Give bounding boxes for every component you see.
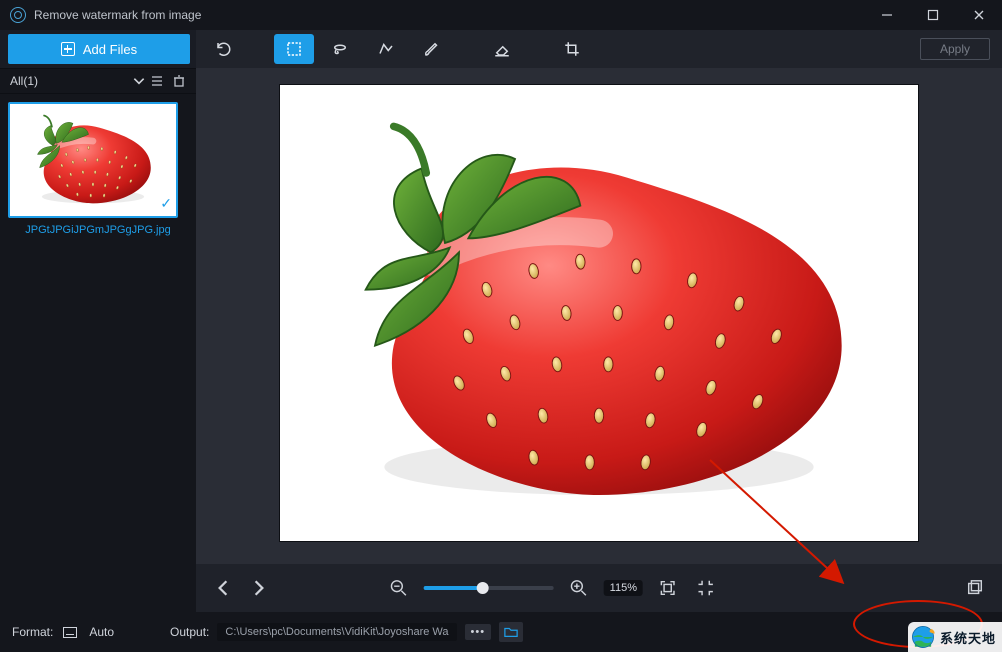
open-output-folder-button[interactable] [499, 622, 523, 642]
window-title: Remove watermark from image [34, 8, 864, 22]
watermark-text: 系统天地 [940, 628, 996, 647]
polygon-tool[interactable] [366, 34, 406, 64]
add-files-button[interactable]: Add Files [8, 34, 190, 64]
viewer-controls: 115% [196, 564, 1002, 612]
apply-button[interactable]: Apply [920, 38, 990, 60]
tool-toolbar: Apply [196, 30, 1002, 68]
clear-list-button[interactable] [168, 70, 190, 92]
minimize-button[interactable] [864, 0, 910, 30]
zoom-out-button[interactable] [386, 575, 412, 601]
bottom-bar: Format: Auto Output: C:\Users\pc\Documen… [0, 612, 1002, 652]
compare-button[interactable] [962, 575, 988, 601]
chevron-down-icon[interactable] [132, 74, 146, 88]
zoom-slider[interactable] [424, 586, 554, 590]
actual-size-button[interactable] [655, 575, 681, 601]
format-value[interactable]: Auto [89, 625, 114, 639]
globe-icon [910, 624, 936, 650]
close-button[interactable] [956, 0, 1002, 30]
crop-tool[interactable] [552, 34, 592, 64]
prev-image-button[interactable] [210, 575, 236, 601]
output-label: Output: [170, 625, 209, 639]
list-view-button[interactable] [146, 70, 168, 92]
selected-check-icon: ✓ [160, 195, 172, 212]
thumbnail-filename: JPGtJPGiJPGmJPGgJPG.jpg [8, 224, 188, 236]
eraser-tool[interactable] [482, 34, 522, 64]
image-preview [279, 84, 919, 542]
zoom-percent: 115% [604, 580, 643, 596]
thumbnail-image [10, 104, 176, 216]
apply-label: Apply [940, 42, 970, 56]
next-image-button[interactable] [246, 575, 272, 601]
output-path[interactable]: C:\Users\pc\Documents\VidiKit\Joyoshare … [217, 623, 456, 641]
format-icon [63, 627, 77, 638]
filter-bar: All(1) [0, 68, 196, 94]
fit-screen-button[interactable] [693, 575, 719, 601]
maximize-button[interactable] [910, 0, 956, 30]
format-label: Format: [12, 625, 53, 639]
watermark-badge: 系统天地 [908, 622, 1002, 652]
sidebar: All(1) ✓ JPGtJPGiJPGmJPGgJPG.jpg [0, 68, 196, 612]
app-logo-icon [10, 7, 26, 23]
filter-dropdown[interactable]: All(1) [6, 74, 132, 88]
browse-output-button[interactable]: ••• [465, 624, 492, 640]
lasso-tool[interactable] [320, 34, 360, 64]
undo-button[interactable] [204, 34, 244, 64]
marquee-select-tool[interactable] [274, 34, 314, 64]
zoom-in-button[interactable] [566, 575, 592, 601]
title-bar: Remove watermark from image [0, 0, 1002, 30]
add-files-label: Add Files [83, 42, 137, 57]
thumbnail-item[interactable]: ✓ [8, 102, 178, 218]
plus-icon [61, 42, 75, 56]
filter-label: All(1) [10, 74, 38, 88]
brush-tool[interactable] [412, 34, 452, 64]
canvas-area[interactable] [206, 78, 992, 564]
